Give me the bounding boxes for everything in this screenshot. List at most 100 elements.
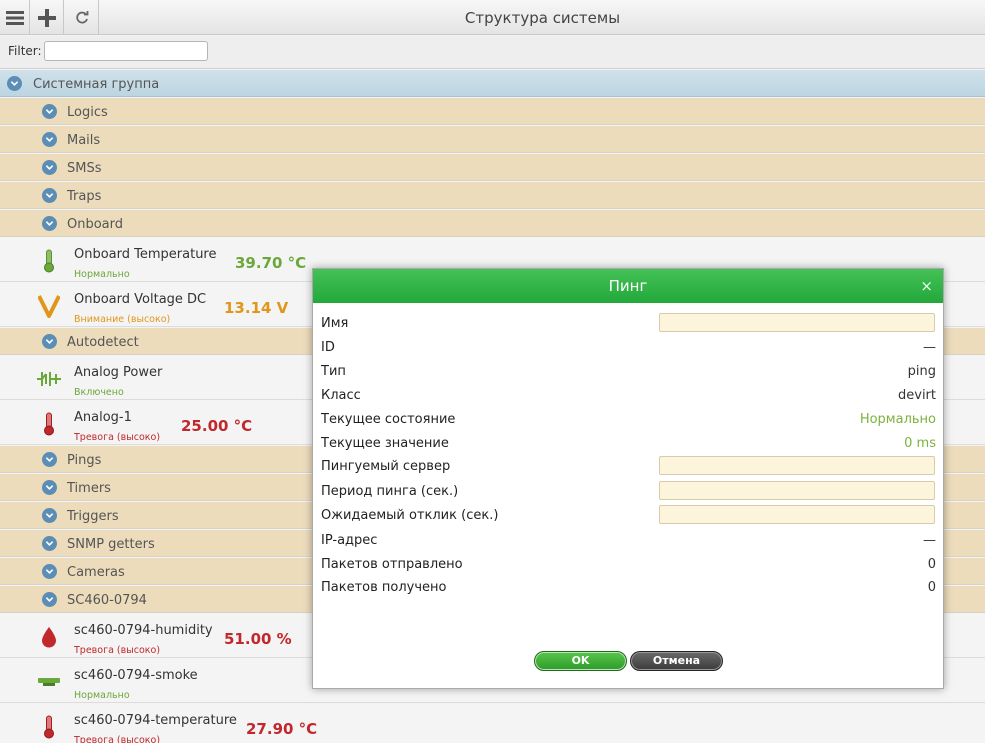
field-server: Пингуемый сервер xyxy=(321,456,936,478)
tree-row-label: Системная группа xyxy=(33,77,160,92)
chevron-down-icon[interactable] xyxy=(42,188,57,203)
field-label: Пакетов отправлено xyxy=(321,557,463,572)
chevron-down-icon[interactable] xyxy=(42,216,57,231)
tree-row-label: Logics xyxy=(67,105,108,120)
field-value: 0 xyxy=(927,557,936,572)
add-button[interactable] xyxy=(31,0,64,35)
chevron-down-icon[interactable] xyxy=(42,536,57,551)
chevron-down-icon[interactable] xyxy=(7,76,22,91)
sensor-value: 39.70 °C xyxy=(235,254,307,272)
page-title: Структура системы xyxy=(464,9,621,27)
status-value: Нормально xyxy=(859,412,936,427)
field-period: Период пинга (сек.) xyxy=(321,481,936,503)
sensor-value: 13.14 V xyxy=(224,299,289,317)
smoke-detector-icon xyxy=(36,669,62,695)
sensor-name: sc460-0794-temperature xyxy=(74,713,237,728)
field-value: 0 xyxy=(927,580,936,595)
chevron-down-icon[interactable] xyxy=(42,104,57,119)
tree-row-label: Cameras xyxy=(67,565,125,580)
sensor-status: Тревога (высоко) xyxy=(74,735,161,743)
field-value: — xyxy=(923,340,936,355)
tree-group-logics[interactable]: Logics xyxy=(0,98,985,125)
sensor-status: Включено xyxy=(74,387,124,398)
field-label: Ожидаемый отклик (сек.) xyxy=(321,508,499,523)
field-value: devirt xyxy=(898,388,936,403)
toolbar: Структура системы xyxy=(0,0,985,35)
tree-group-mails[interactable]: Mails xyxy=(0,126,985,153)
chevron-down-icon[interactable] xyxy=(42,592,57,607)
field-label: Класс xyxy=(321,388,361,403)
refresh-icon xyxy=(75,10,88,23)
chevron-down-icon[interactable] xyxy=(42,452,57,467)
chevron-down-icon[interactable] xyxy=(42,334,57,349)
chevron-down-icon[interactable] xyxy=(42,132,57,147)
tree-group-onboard[interactable]: Onboard xyxy=(0,210,985,237)
water-drop-icon xyxy=(36,624,62,650)
field-label: Тип xyxy=(321,364,346,379)
field-ip: IP-адрес — xyxy=(321,530,936,552)
tree-group-traps[interactable]: Traps xyxy=(0,182,985,209)
sensor-name: Analog-1 xyxy=(74,410,132,425)
tree-row-label: Traps xyxy=(67,189,102,204)
tree-row-label: SNMP getters xyxy=(67,537,155,552)
name-input[interactable] xyxy=(659,313,935,332)
sensor-value: 51.00 % xyxy=(224,630,292,648)
chevron-down-icon[interactable] xyxy=(42,564,57,579)
sensor-value: 25.00 °C xyxy=(181,417,253,435)
tree-row-label: SC460-0794 xyxy=(67,593,147,608)
voltage-icon xyxy=(36,293,62,319)
cancel-button[interactable]: Отмена xyxy=(630,651,723,671)
sensor-name: Onboard Temperature xyxy=(74,247,217,262)
field-label: Пингуемый сервер xyxy=(321,459,451,474)
field-label: Текущее состояние xyxy=(321,412,456,427)
timeout-input[interactable] xyxy=(659,505,935,524)
field-class: Класс devirt xyxy=(321,385,936,407)
sensor-name: sc460-0794-humidity xyxy=(74,623,213,638)
thermometer-icon xyxy=(36,714,62,740)
field-name: Имя xyxy=(321,313,936,335)
field-current-value: Текущее значение 0 ms xyxy=(321,433,936,455)
tree-row-label: Pings xyxy=(67,453,102,468)
menu-button[interactable] xyxy=(0,0,30,35)
tree-row-label: Autodetect xyxy=(67,335,139,350)
power-switch-icon xyxy=(36,366,62,392)
refresh-button[interactable] xyxy=(65,0,99,35)
tree-group-smss[interactable]: SMSs xyxy=(0,154,985,181)
field-id: ID — xyxy=(321,337,936,359)
field-received: Пакетов получено 0 xyxy=(321,577,936,599)
close-icon[interactable]: × xyxy=(920,269,933,303)
sensor-status: Тревога (высоко) xyxy=(74,645,161,656)
field-value: — xyxy=(923,533,936,548)
field-label: IP-адрес xyxy=(321,533,378,548)
sensor-value: 27.90 °C xyxy=(246,720,318,738)
filter-bar: Filter: xyxy=(0,36,985,69)
period-input[interactable] xyxy=(659,481,935,500)
chevron-down-icon[interactable] xyxy=(42,508,57,523)
ok-button[interactable]: OK xyxy=(534,651,627,671)
tree-row-root[interactable]: Системная группа xyxy=(0,70,985,97)
menu-icon xyxy=(5,10,24,25)
sensor-name: sc460-0794-smoke xyxy=(74,668,198,683)
field-type: Тип ping xyxy=(321,361,936,383)
field-timeout: Ожидаемый отклик (сек.) xyxy=(321,505,936,527)
dialog-header: Пинг × xyxy=(313,269,943,303)
sensor-name: Analog Power xyxy=(74,365,163,380)
server-input[interactable] xyxy=(659,456,935,475)
tree-row-label: Onboard xyxy=(67,217,124,232)
tree-row-label: SMSs xyxy=(67,161,102,176)
filter-input[interactable] xyxy=(44,41,208,61)
chevron-down-icon[interactable] xyxy=(42,160,57,175)
sensor-name: Onboard Voltage DC xyxy=(74,292,207,307)
field-state: Текущее состояние Нормально xyxy=(321,409,936,431)
tree-row-label: Triggers xyxy=(67,509,119,524)
chevron-down-icon[interactable] xyxy=(42,480,57,495)
thermometer-icon xyxy=(36,248,62,274)
field-label: Пакетов получено xyxy=(321,580,447,595)
field-label: Период пинга (сек.) xyxy=(321,484,459,499)
ping-dialog: Пинг × Имя ID — Тип ping Класс devirt Те… xyxy=(312,268,944,689)
tree-row-label: Timers xyxy=(67,481,111,496)
field-label: Имя xyxy=(321,316,349,331)
sensor-row-temperature[interactable]: sc460-0794-temperature Тревога (высоко) … xyxy=(0,704,985,743)
sensor-status: Внимание (высоко) xyxy=(74,314,171,325)
field-label: ID xyxy=(321,340,335,355)
